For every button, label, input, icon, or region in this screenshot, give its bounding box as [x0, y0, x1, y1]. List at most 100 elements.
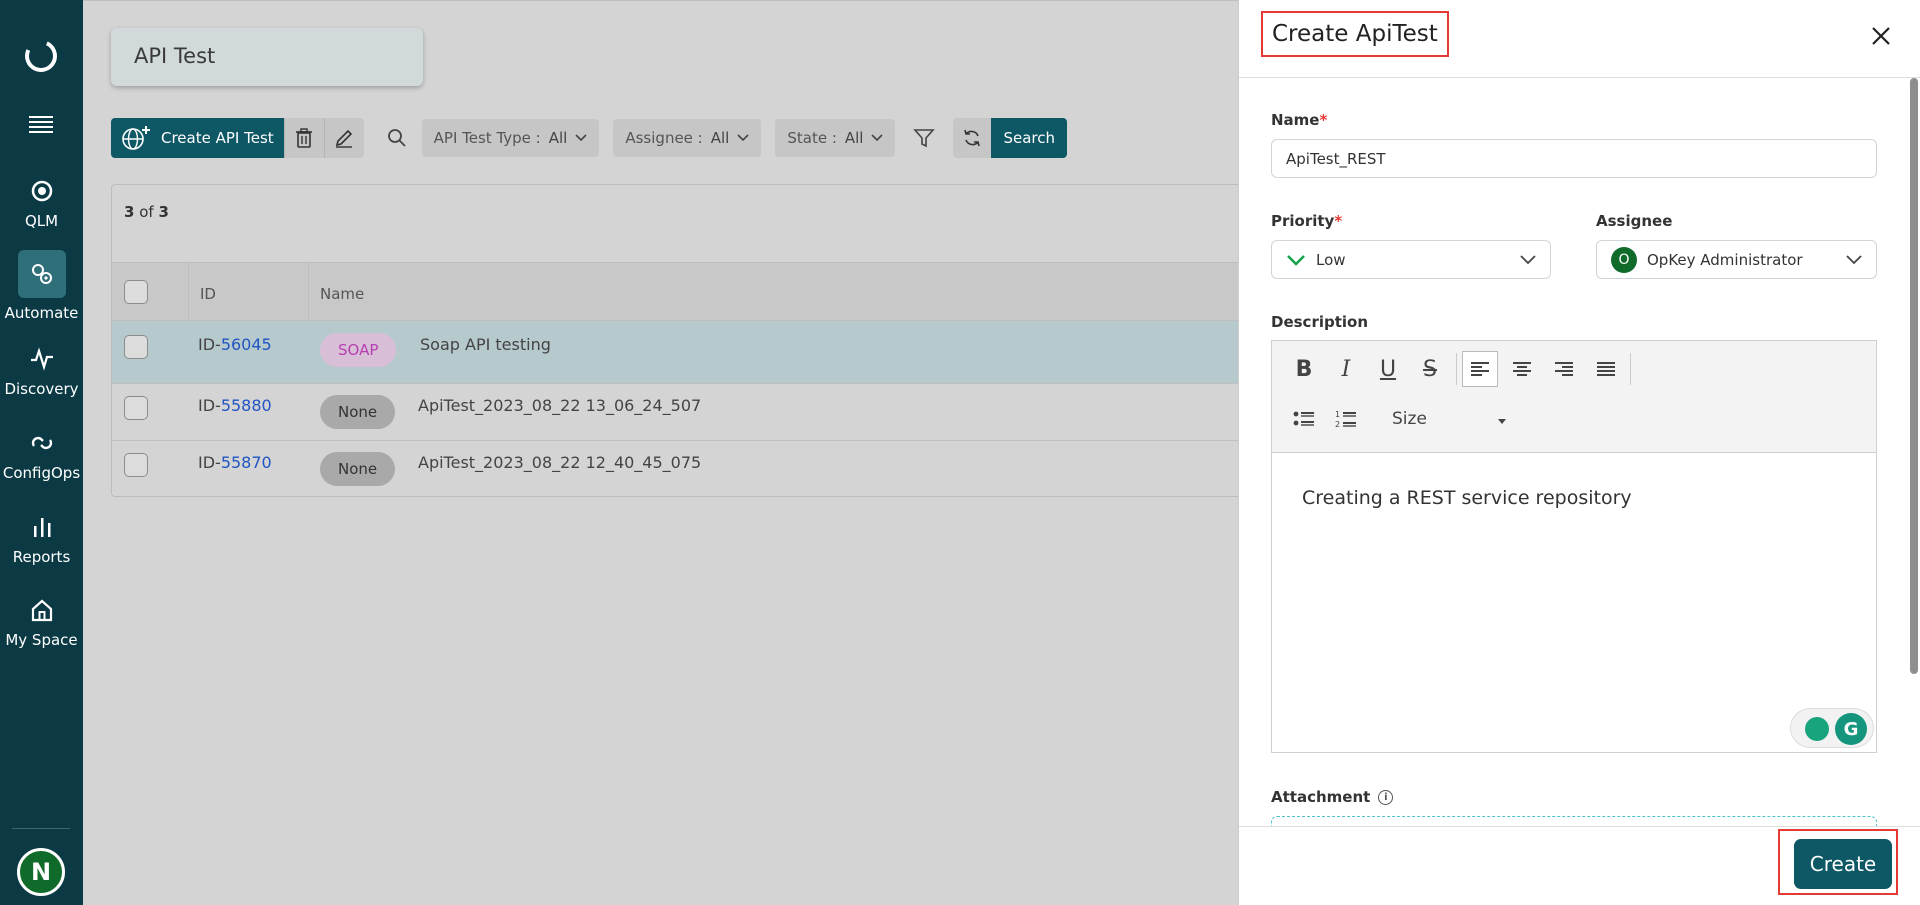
- page-title: API Test: [111, 28, 423, 86]
- column-header-name[interactable]: Name: [320, 285, 364, 303]
- select-all-checkbox[interactable]: [124, 280, 148, 304]
- chevron-down-icon: [871, 134, 884, 142]
- sidebar: QLM Automate Discovery ConfigOps Reports…: [0, 0, 83, 905]
- attachment-label: Attachment i: [1271, 788, 1394, 806]
- refresh-button[interactable]: [953, 118, 992, 158]
- nav-item-discovery[interactable]: Discovery: [0, 346, 83, 398]
- bullet-list-button[interactable]: [1286, 401, 1322, 437]
- main-content: API Test Create API Test API Test Type :…: [83, 0, 1238, 905]
- trash-icon: [296, 128, 313, 148]
- align-left-button[interactable]: [1462, 351, 1498, 387]
- svg-text:1: 1: [1335, 410, 1340, 419]
- lightbulb-icon[interactable]: [1805, 717, 1829, 741]
- toolbar-separator: [1630, 353, 1631, 385]
- delete-button[interactable]: [283, 118, 324, 158]
- description-text[interactable]: Creating a REST service repository: [1272, 453, 1876, 543]
- sidebar-divider: [12, 828, 70, 829]
- nav-label-configops: ConfigOps: [2, 464, 81, 482]
- required-mark: *: [1334, 212, 1343, 230]
- description-label: Description: [1271, 313, 1369, 331]
- name-input[interactable]: ApiTest_REST: [1271, 139, 1877, 178]
- toolbar: Create API Test API Test Type : All Assi…: [111, 118, 1068, 158]
- edit-button[interactable]: [323, 118, 364, 158]
- name-input-value: ApiTest_REST: [1286, 149, 1386, 168]
- column-header-id[interactable]: ID: [200, 285, 216, 303]
- row-name[interactable]: ApiTest_2023_08_22 13_06_24_507: [418, 396, 701, 415]
- filter-state-value: All: [844, 129, 864, 147]
- nav-item-reports[interactable]: Reports: [0, 514, 83, 566]
- pencil-icon: [336, 129, 353, 148]
- assignee-avatar: O: [1611, 246, 1637, 273]
- font-size-select[interactable]: Size: [1392, 409, 1427, 429]
- priority-value: Low: [1316, 250, 1346, 269]
- row-name[interactable]: ApiTest_2023_08_22 12_40_45_075: [418, 453, 701, 472]
- table-row[interactable]: ID-55880 None ApiTest_2023_08_22 13_06_2…: [112, 384, 1238, 441]
- filter-api-test-type[interactable]: API Test Type : All: [421, 119, 600, 157]
- user-avatar[interactable]: N: [17, 848, 65, 896]
- create-button-highlight: Create: [1778, 829, 1898, 895]
- align-center-icon: [1513, 362, 1531, 376]
- configops-icon: [31, 436, 52, 450]
- nav-item-my-space[interactable]: My Space: [0, 597, 83, 649]
- underline-button[interactable]: U: [1370, 351, 1406, 387]
- discovery-icon: [30, 347, 53, 371]
- table-row[interactable]: ID-56045 SOAP Soap API testing: [112, 321, 1238, 384]
- filter-state[interactable]: State : All: [775, 119, 896, 157]
- row-checkbox[interactable]: [124, 396, 148, 420]
- attachment-label-text: Attachment: [1271, 788, 1371, 806]
- filter-assignee-value: All: [710, 129, 730, 147]
- record-count: 3 of 3: [124, 203, 169, 221]
- row-checkbox[interactable]: [124, 453, 148, 477]
- nav-item-qlm[interactable]: QLM: [0, 178, 83, 230]
- nav-item-configops[interactable]: ConfigOps: [0, 430, 83, 482]
- italic-button[interactable]: I: [1328, 351, 1364, 387]
- row-name[interactable]: Soap API testing: [420, 335, 551, 354]
- row-id-number[interactable]: 55880: [221, 396, 272, 415]
- create-api-test-button[interactable]: Create API Test: [111, 118, 284, 158]
- row-id-prefix: ID-: [198, 335, 221, 354]
- api-test-grid: 3 of 3 ID Name ID-56045 SOAP Soap API te…: [111, 184, 1238, 497]
- nav-label-automate: Automate: [4, 304, 79, 322]
- caret-down-icon[interactable]: [1498, 419, 1506, 424]
- row-id-number[interactable]: 56045: [221, 335, 272, 354]
- row-id-number[interactable]: 55870: [221, 453, 272, 472]
- grammarly-icon[interactable]: G: [1835, 713, 1867, 745]
- row-checkbox[interactable]: [124, 335, 148, 359]
- align-justify-button[interactable]: [1588, 351, 1624, 387]
- nav-label-reports: Reports: [12, 548, 71, 566]
- grid-header: ID Name: [112, 262, 1238, 321]
- nav-item-automate[interactable]: Automate: [0, 250, 83, 322]
- menu-icon[interactable]: [29, 116, 53, 133]
- search-button[interactable]: Search: [991, 118, 1068, 158]
- row-id[interactable]: ID-55870: [198, 453, 272, 472]
- search-icon[interactable]: [386, 127, 408, 149]
- row-id-prefix: ID-: [198, 396, 221, 415]
- priority-label: Priority*: [1271, 212, 1342, 230]
- strikethrough-button[interactable]: S: [1412, 351, 1448, 387]
- panel-scrollbar[interactable]: [1910, 78, 1918, 674]
- row-id[interactable]: ID-56045: [198, 335, 272, 354]
- align-center-button[interactable]: [1504, 351, 1540, 387]
- table-row[interactable]: ID-55870 None ApiTest_2023_08_22 12_40_4…: [112, 441, 1238, 498]
- info-icon[interactable]: i: [1378, 789, 1394, 805]
- automate-icon: [31, 264, 52, 284]
- filter-assignee[interactable]: Assignee : All: [613, 119, 762, 157]
- numbered-list-button[interactable]: 12: [1328, 401, 1364, 437]
- close-icon[interactable]: [1870, 25, 1892, 47]
- filter-funnel-icon[interactable]: [913, 127, 936, 149]
- align-right-button[interactable]: [1546, 351, 1582, 387]
- required-mark: *: [1319, 111, 1328, 129]
- assignee-value: OpKey Administrator: [1647, 250, 1803, 269]
- row-id[interactable]: ID-55880: [198, 396, 272, 415]
- app-logo[interactable]: [20, 35, 62, 77]
- priority-select[interactable]: Low: [1271, 240, 1551, 279]
- chevron-down-icon: [1846, 255, 1862, 265]
- assignee-select[interactable]: O OpKey Administrator: [1596, 240, 1877, 279]
- panel-header: Create ApiTest: [1239, 0, 1920, 78]
- column-separator: [308, 263, 309, 320]
- bold-button[interactable]: B: [1286, 351, 1322, 387]
- grammarly-widget[interactable]: G: [1790, 708, 1874, 748]
- create-button[interactable]: Create: [1794, 839, 1892, 889]
- refresh-icon: [964, 129, 981, 147]
- home-icon: [31, 599, 52, 622]
